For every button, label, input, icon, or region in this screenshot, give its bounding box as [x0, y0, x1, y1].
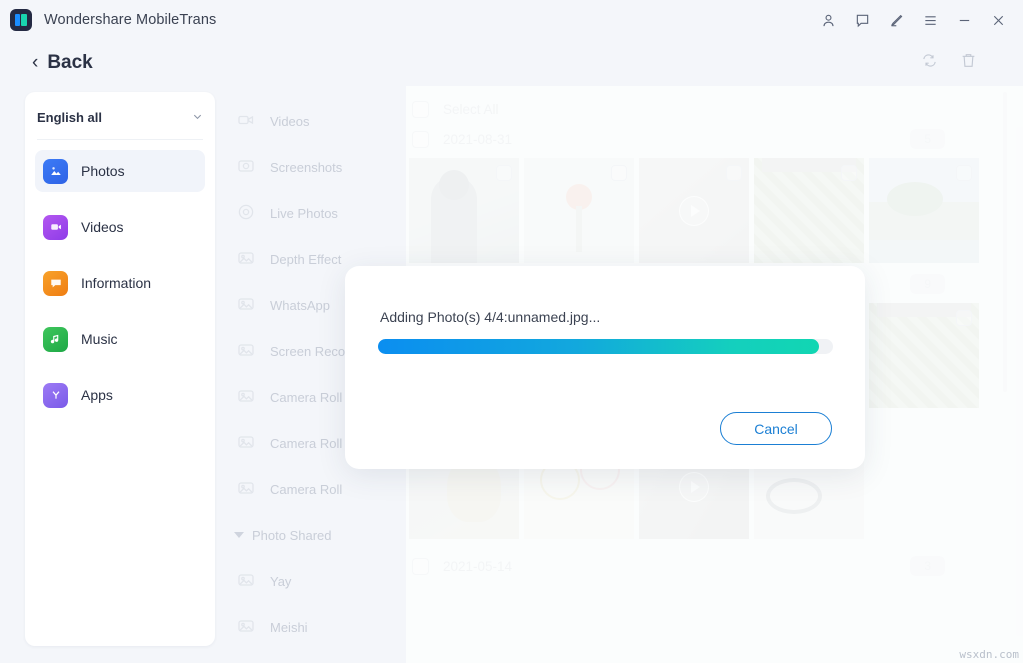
watermark: wsxdn.com: [959, 648, 1019, 661]
progress-message: Adding Photo(s) 4/4:unnamed.jpg...: [380, 309, 601, 325]
cancel-button[interactable]: Cancel: [720, 412, 832, 445]
progress-bar-fill: [378, 339, 820, 354]
progress-dialog: Adding Photo(s) 4/4:unnamed.jpg... Cance…: [345, 266, 865, 469]
application-window: Wondershare MobileTrans ‹ Back English a…: [0, 0, 1023, 663]
progress-bar-track: [378, 339, 833, 354]
